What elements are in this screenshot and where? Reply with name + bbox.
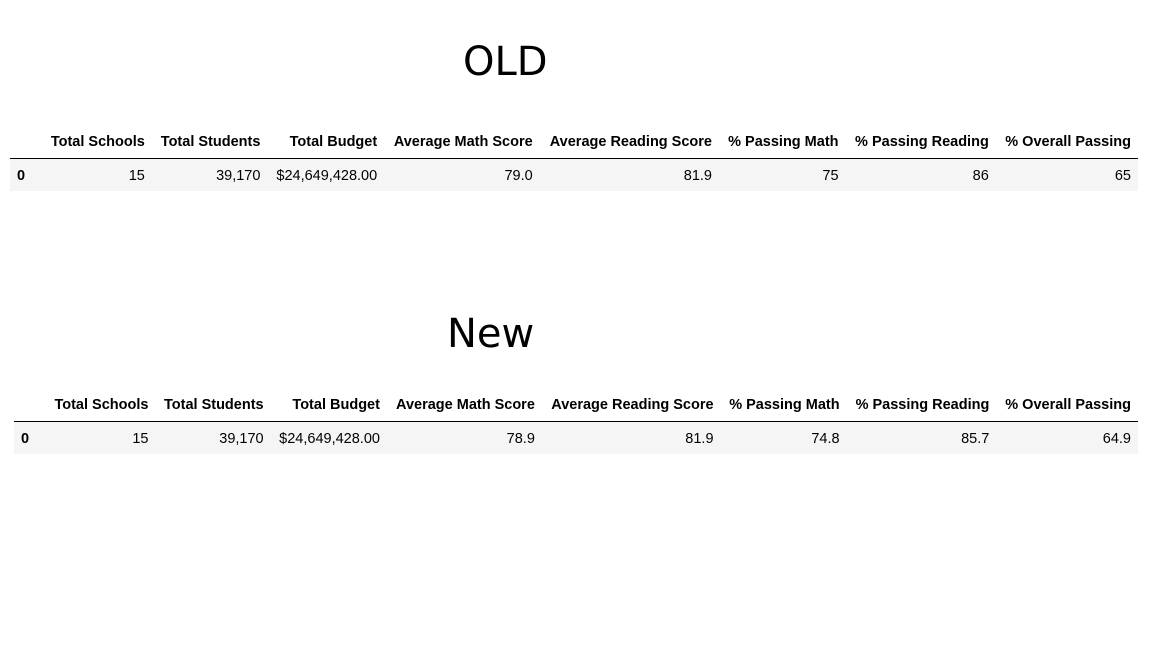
table-cell: 15 <box>42 158 152 191</box>
table-cell: 65 <box>995 158 1138 191</box>
row-index: 0 <box>10 158 42 191</box>
table-cell: 86 <box>845 158 996 191</box>
table-cell: 15 <box>46 421 156 454</box>
new-section-title: New <box>447 311 535 357</box>
table-cell: 64.9 <box>996 421 1138 454</box>
new-summary-table: Total Schools Total Students Total Budge… <box>14 391 1138 454</box>
table-header-row: Total Schools Total Students Total Budge… <box>14 391 1138 422</box>
table-cell: 81.9 <box>541 421 721 454</box>
table-row: 0 15 39,170 $24,649,428.00 79.0 81.9 75 … <box>10 158 1138 191</box>
column-header-passing-reading: % Passing Reading <box>846 391 997 422</box>
column-header-total-schools: Total Schools <box>46 391 156 422</box>
column-header-average-reading-score: Average Reading Score <box>541 391 721 422</box>
column-header-overall-passing: % Overall Passing <box>995 128 1138 159</box>
column-header-overall-passing: % Overall Passing <box>996 391 1138 422</box>
table-cell: 75 <box>718 158 846 191</box>
table-cell: 78.9 <box>386 421 542 454</box>
table-cell: $24,649,428.00 <box>267 158 385 191</box>
table-cell: 74.8 <box>720 421 847 454</box>
column-header-total-students: Total Students <box>155 391 271 422</box>
table-cell: 39,170 <box>155 421 271 454</box>
table-cell: 79.0 <box>384 158 540 191</box>
table-cell: 39,170 <box>151 158 268 191</box>
column-header-average-math-score: Average Math Score <box>386 391 542 422</box>
table-header-row: Total Schools Total Students Total Budge… <box>10 128 1138 159</box>
old-section-title: OLD <box>463 39 548 85</box>
column-header-passing-math: % Passing Math <box>720 391 847 422</box>
index-header <box>14 391 46 422</box>
column-header-total-students: Total Students <box>151 128 268 159</box>
table-row: 0 15 39,170 $24,649,428.00 78.9 81.9 74.… <box>14 421 1138 454</box>
column-header-passing-reading: % Passing Reading <box>845 128 996 159</box>
table-cell: 85.7 <box>846 421 997 454</box>
table-cell: $24,649,428.00 <box>270 421 387 454</box>
column-header-average-reading-score: Average Reading Score <box>539 128 719 159</box>
column-header-total-budget: Total Budget <box>270 391 387 422</box>
column-header-total-schools: Total Schools <box>42 128 152 159</box>
row-index: 0 <box>14 421 46 454</box>
column-header-average-math-score: Average Math Score <box>384 128 540 159</box>
old-summary-table: Total Schools Total Students Total Budge… <box>10 128 1138 191</box>
table-cell: 81.9 <box>539 158 719 191</box>
column-header-total-budget: Total Budget <box>267 128 385 159</box>
index-header <box>10 128 42 159</box>
column-header-passing-math: % Passing Math <box>718 128 846 159</box>
